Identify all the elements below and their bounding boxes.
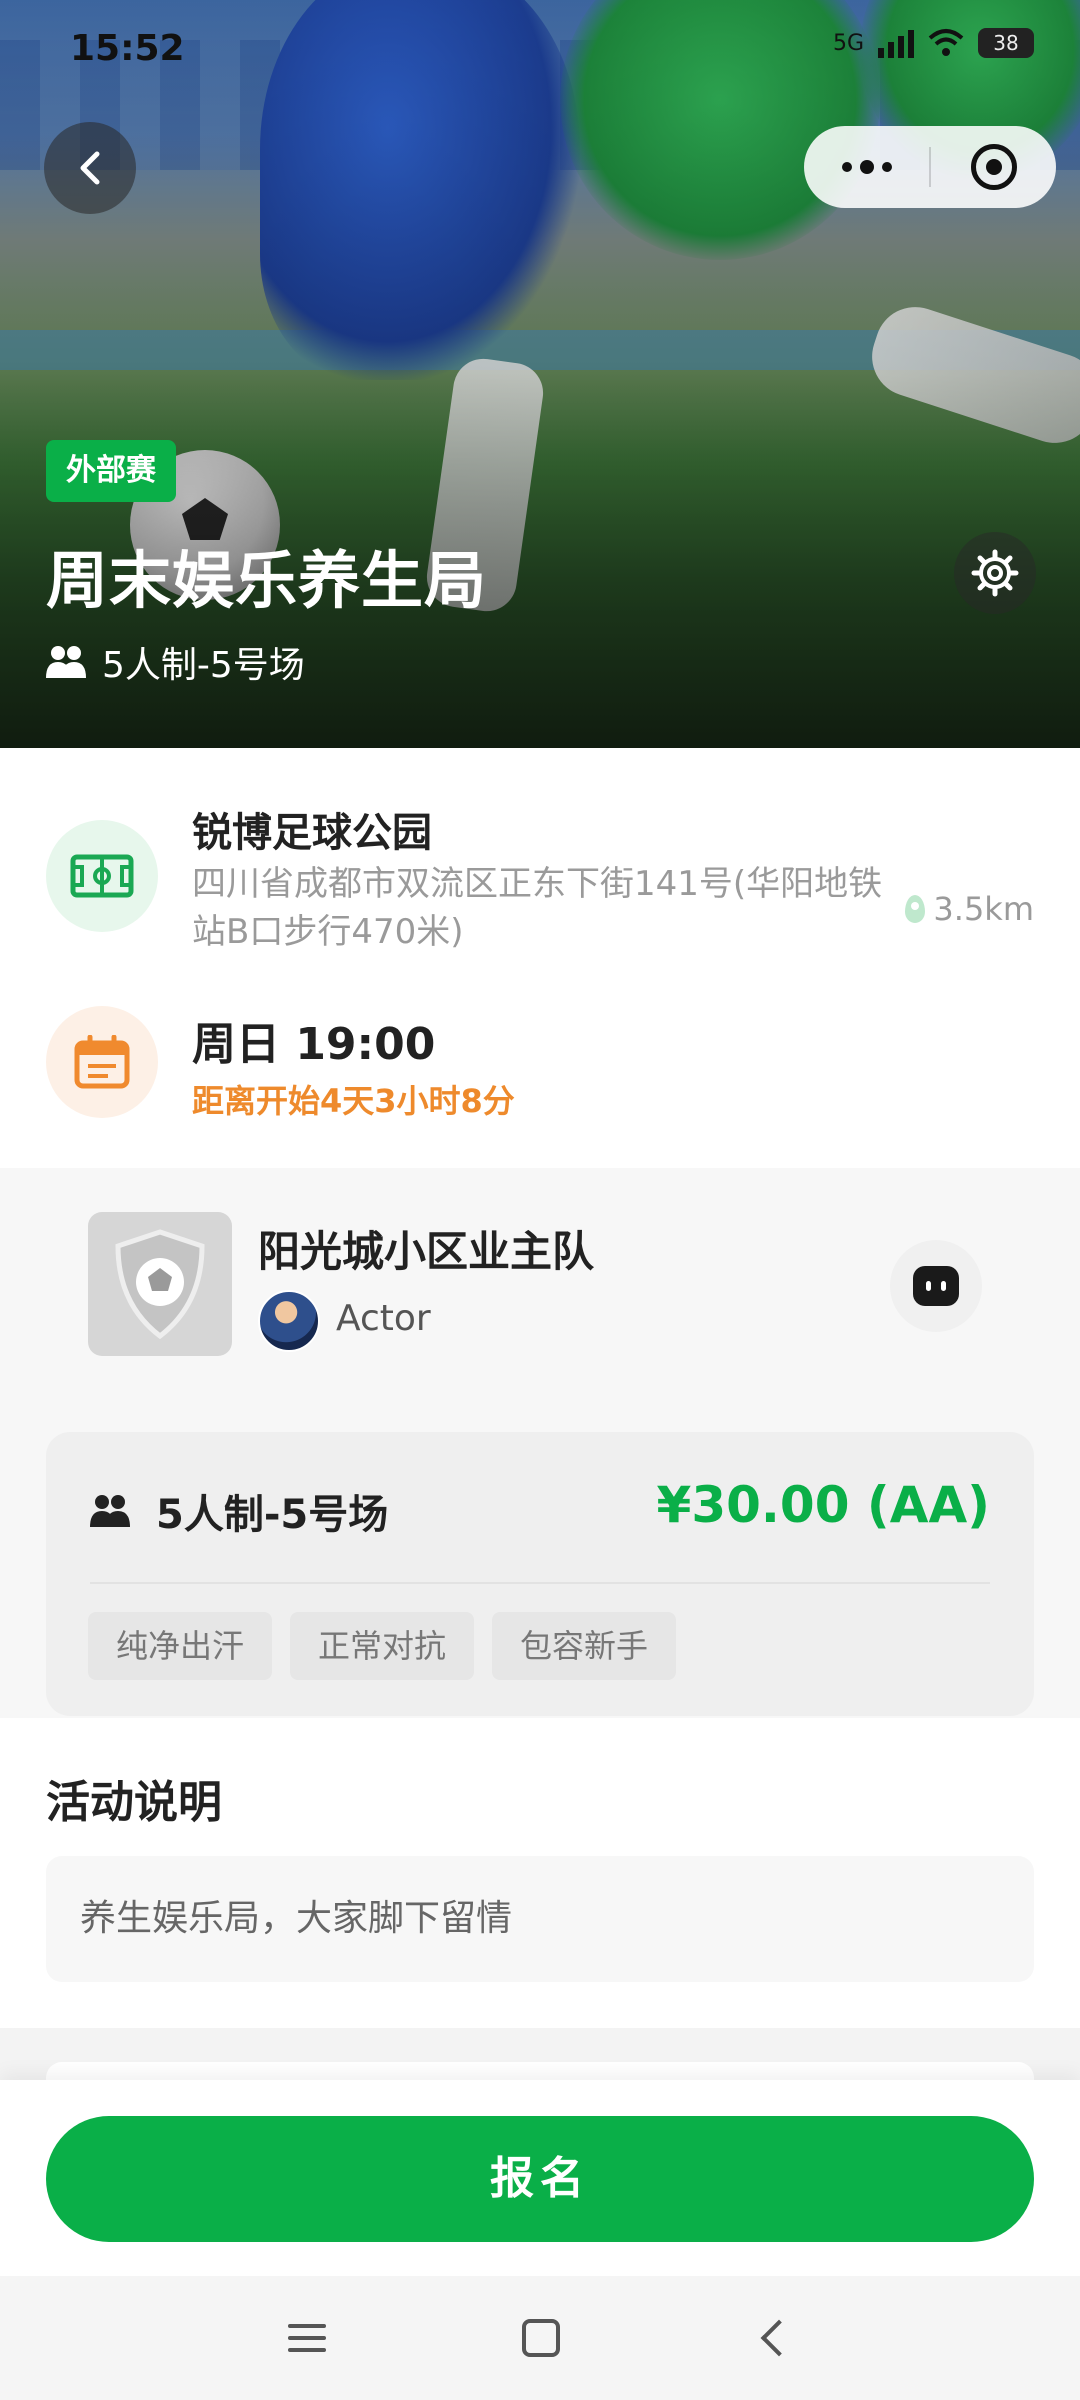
pitch-icon (70, 854, 134, 898)
calendar-icon-wrap (46, 1006, 158, 1118)
people-icon (46, 646, 86, 678)
gear-icon (971, 549, 1019, 597)
chat-icon (913, 1266, 959, 1306)
match-tag: 纯净出汗 (88, 1612, 273, 1680)
match-info-section: 锐博足球公园 四川省成都市双流区正东下街141号(华阳地铁站B口步行470米) … (0, 748, 1080, 1168)
target-icon (970, 144, 1017, 190)
status-icons: 5G 38 (833, 28, 1034, 58)
countdown-text: 距离开始4天3小时8分 (192, 1082, 515, 1120)
match-tag: 正常对抗 (290, 1612, 475, 1680)
close-mini-program-button[interactable] (931, 144, 1056, 190)
team-name[interactable]: 阳光城小区业主队 (258, 1218, 594, 1279)
settings-button[interactable] (954, 532, 1036, 614)
back-icon[interactable] (760, 2319, 798, 2357)
page-title: 周末娱乐养生局 (46, 544, 488, 617)
start-time: 周日 19:00 (192, 1019, 436, 1070)
price-label: ¥30.00 (AA) (656, 1476, 990, 1534)
team-section: 阳光城小区业主队 Actor 5人制-5号场 ¥30.00 (AA) 纯净出汗 … (0, 1168, 1080, 1718)
shield-icon (115, 1229, 205, 1340)
description-title: 活动说明 (46, 1777, 222, 1828)
battery-icon: 38 (978, 28, 1034, 58)
wifi-icon (928, 29, 964, 56)
bottom-action-bar: 报名 (0, 2080, 1080, 2276)
more-button[interactable] (804, 160, 929, 174)
home-icon[interactable] (522, 2319, 560, 2357)
system-nav-bar (0, 2276, 1080, 2400)
people-icon (90, 1495, 130, 1527)
avatar[interactable] (258, 1290, 320, 1352)
card-format-label: 5人制-5号场 (156, 1492, 389, 1538)
card-format: 5人制-5号场 (90, 1482, 388, 1540)
status-time: 15:52 (70, 28, 185, 69)
venue-name[interactable]: 锐博足球公园 (192, 800, 432, 858)
description-text: 养生娱乐局，大家脚下留情 (46, 1856, 1034, 1982)
calendar-icon (74, 1035, 130, 1089)
signal-icon (878, 28, 914, 58)
chevron-left-icon (80, 151, 100, 185)
mini-program-capsule (804, 126, 1056, 208)
match-tag: 包容新手 (492, 1612, 677, 1680)
match-type-badge: 外部赛 (46, 440, 176, 502)
hero-format: 5人制-5号场 (46, 636, 305, 688)
venue-icon (46, 820, 158, 932)
back-button[interactable] (44, 122, 136, 214)
chat-button[interactable] (890, 1240, 982, 1332)
network-label: 5G (832, 30, 864, 56)
match-tags: 纯净出汗 正常对抗 包容新手 (88, 1612, 677, 1680)
venue-address[interactable]: 四川省成都市双流区正东下街141号(华阳地铁站B口步行470米) (192, 860, 892, 956)
signup-button[interactable]: 报名 (46, 2116, 1034, 2242)
location-pin-icon (905, 895, 926, 923)
menu-icon[interactable] (288, 2324, 326, 2352)
distance-label: 3.5km (933, 890, 1034, 928)
venue-distance[interactable]: 3.5km (905, 890, 1034, 928)
match-card: 5人制-5号场 ¥30.00 (AA) 纯净出汗 正常对抗 包容新手 (46, 1432, 1034, 1716)
team-logo[interactable] (88, 1212, 232, 1356)
hero-format-label: 5人制-5号场 (102, 645, 305, 686)
organizer-name[interactable]: Actor (336, 1298, 431, 1339)
